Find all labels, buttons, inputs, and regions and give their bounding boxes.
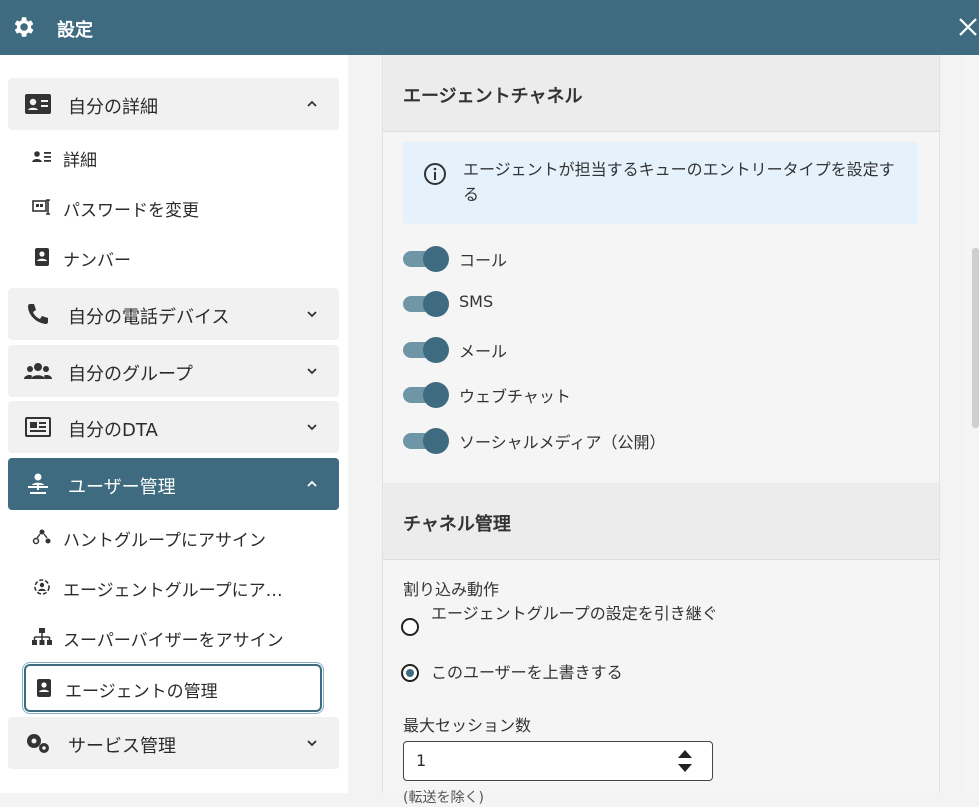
section-label: サービス管理	[68, 736, 176, 757]
sidebar-item-assign-hunt-group[interactable]: ハントグループにアサイン	[24, 515, 322, 559]
number-icon	[35, 248, 49, 266]
agent-channel-header: エージェントチャネル	[383, 55, 939, 132]
toggle-row-webchat: ウェブチャット	[403, 379, 803, 409]
email-toggle[interactable]	[403, 337, 449, 363]
radio-button[interactable]	[401, 664, 419, 682]
sidebar-item-label: ハントグループにアサイン	[63, 531, 266, 551]
agent-manage-icon	[37, 679, 51, 697]
max-sessions-value: 1	[416, 751, 427, 770]
sidebar-item-assign-agent-group[interactable]: エージェントグループにア…	[24, 565, 322, 609]
section-my-details[interactable]: 自分の詳細	[8, 78, 339, 130]
toggle-label: SMS	[459, 292, 494, 311]
dta-card-icon	[25, 417, 51, 437]
sidebar-item-label: 詳細	[63, 151, 97, 171]
channel-management-header: チャネル管理	[383, 483, 939, 560]
group-icon	[24, 363, 52, 379]
chevron-down-icon	[307, 311, 317, 318]
title-bar: 設定	[0, 0, 979, 55]
section-label: 自分の電話デバイス	[68, 307, 230, 328]
password-icon	[32, 199, 50, 215]
phone-icon	[28, 304, 48, 324]
close-icon[interactable]	[957, 16, 979, 38]
sidebar-item-label: ナンバー	[63, 251, 131, 271]
section-label: 自分のDTA	[68, 420, 158, 441]
sidebar-item-label: パスワードを変更	[63, 201, 199, 221]
section-user-management[interactable]: ユーザー管理	[8, 458, 339, 510]
sidebar-item-assign-supervisor[interactable]: スーパーバイザーをアサイン	[24, 615, 322, 659]
user-management-icon	[28, 473, 48, 494]
toggle-row-social-media: ソーシャルメディア（公開）	[403, 425, 803, 455]
toggle-label: ウェブチャット	[459, 387, 571, 406]
radio-label: エージェントグループの設定を引き継ぐ	[431, 604, 718, 623]
hunt-group-icon	[32, 529, 51, 545]
sms-toggle[interactable]	[403, 291, 449, 317]
toggle-row-email: メール	[403, 334, 803, 364]
radio-override-user[interactable]: このユーザーを上書きする	[401, 660, 721, 688]
toggle-label: メール	[459, 342, 508, 361]
toggle-label: コール	[459, 251, 508, 270]
sidebar-item-details[interactable]: 詳細	[24, 135, 322, 179]
service-settings-icon	[27, 734, 49, 753]
contact-card-icon	[25, 94, 51, 114]
section-service-management[interactable]: サービス管理	[8, 717, 339, 769]
toggle-label: ソーシャルメディア（公開）	[459, 433, 666, 452]
agent-group-icon	[34, 579, 50, 595]
channel-management-title: チャネル管理	[403, 514, 511, 535]
sidebar-item-label: エージェントグループにア…	[63, 581, 283, 601]
spinner-arrows-icon[interactable]	[676, 748, 694, 774]
section-label: 自分のグループ	[68, 364, 193, 385]
details-icon	[32, 151, 51, 162]
section-label: ユーザー管理	[68, 477, 176, 498]
max-sessions-input[interactable]: 1	[403, 741, 713, 781]
section-my-groups[interactable]: 自分のグループ	[8, 345, 339, 397]
chevron-down-icon	[307, 740, 317, 747]
chevron-up-icon	[307, 480, 317, 487]
section-phone-devices[interactable]: 自分の電話デバイス	[8, 288, 339, 340]
max-sessions-label: 最大セッション数	[403, 716, 532, 735]
radio-label: このユーザーを上書きする	[431, 663, 623, 682]
radio-inherit-agent-group[interactable]: エージェントグループの設定を引き継ぐ	[401, 601, 721, 653]
sidebar-item-label: スーパーバイザーをアサイン	[63, 631, 284, 651]
radio-button[interactable]	[401, 618, 419, 636]
interrupt-behavior-label: 割り込み動作	[403, 580, 500, 599]
info-box: エージェントが担当するキューのエントリータイプを設定する	[403, 142, 918, 224]
settings-panel: エージェントチャネル エージェントが担当するキューのエントリータイプを設定する …	[382, 55, 940, 806]
section-label: 自分の詳細	[68, 97, 158, 118]
chevron-up-icon	[307, 100, 317, 107]
toggle-row-call: コール	[403, 243, 803, 273]
section-my-dta[interactable]: 自分のDTA	[8, 401, 339, 453]
sidebar-item-label: エージェントの管理	[65, 682, 218, 702]
gear-icon	[14, 17, 34, 37]
chevron-down-icon	[307, 368, 317, 375]
main-content: エージェントチャネル エージェントが担当するキューのエントリータイプを設定する …	[348, 55, 979, 806]
scrollbar-thumb[interactable]	[972, 248, 979, 428]
sidebar-item-number[interactable]: ナンバー	[24, 235, 322, 279]
sidebar-item-change-password[interactable]: パスワードを変更	[24, 185, 322, 229]
window-title: 設定	[57, 20, 93, 41]
toggle-row-sms: SMS	[403, 288, 803, 318]
chevron-down-icon	[307, 424, 317, 431]
max-sessions-note: (転送を除く)	[403, 790, 484, 806]
call-toggle[interactable]	[403, 246, 449, 272]
agent-channel-title: エージェントチャネル	[403, 86, 583, 107]
info-text: エージェントが担当するキューのエントリータイプを設定する	[463, 160, 895, 204]
social-media-toggle[interactable]	[403, 428, 449, 454]
sidebar-item-manage-agent[interactable]: エージェントの管理	[24, 664, 322, 712]
sidebar: 自分の詳細 詳細 パスワードを変更 ナンバー 自分の電話デバイス 自分のグループ…	[0, 55, 348, 793]
info-icon	[424, 163, 446, 185]
webchat-toggle[interactable]	[403, 382, 449, 408]
hierarchy-icon	[32, 628, 52, 645]
